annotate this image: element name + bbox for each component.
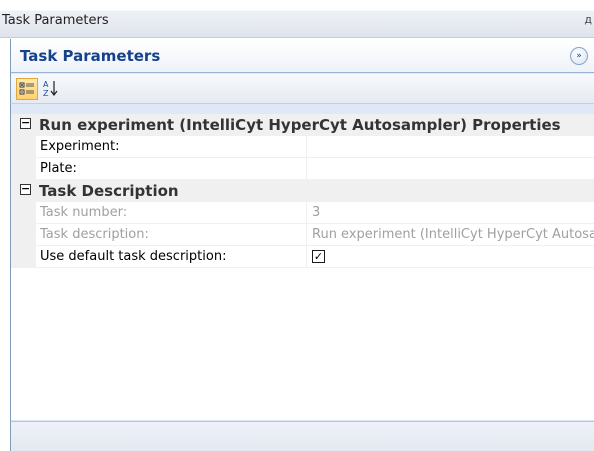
collapse-toggle-icon[interactable]: − — [20, 117, 31, 129]
property-row-task-description[interactable]: Task description: Run experiment (Intell… — [11, 224, 594, 246]
property-name[interactable]: Plate: — [36, 158, 307, 180]
row-gutter — [11, 224, 36, 246]
property-value-task-description[interactable]: Run experiment (IntelliCyt HyperCyt Auto… — [307, 224, 594, 246]
collapse-toggle-icon[interactable]: − — [20, 183, 31, 195]
window-title-bar: Task Parameters д — [0, 0, 594, 38]
property-value-experiment[interactable] — [307, 136, 594, 158]
row-gutter — [11, 246, 36, 268]
property-row-use-default-description[interactable]: Use default task description: ✓ — [11, 246, 594, 268]
pin-icon[interactable]: д — [584, 13, 592, 26]
category-label: Run experiment (IntelliCyt HyperCyt Auto… — [39, 116, 561, 134]
property-name[interactable]: Experiment: — [36, 136, 307, 158]
property-grid-toolbar: A Z — [10, 74, 594, 104]
category-row-run-experiment[interactable]: − Run experiment (IntelliCyt HyperCyt Au… — [11, 114, 594, 136]
property-value-use-default-description[interactable]: ✓ — [307, 246, 594, 268]
categorized-view-icon — [19, 82, 34, 95]
panel-title: Task Parameters — [20, 47, 161, 65]
use-default-description-checkbox[interactable]: ✓ — [312, 250, 325, 263]
sort-alphabetical-icon: A Z — [43, 80, 58, 98]
svg-text:A: A — [43, 80, 49, 89]
window-title: Task Parameters — [2, 13, 109, 28]
property-row-task-number[interactable]: Task number: 3 — [11, 202, 594, 224]
property-row-experiment[interactable]: Experiment: — [11, 136, 594, 158]
property-value-plate[interactable] — [307, 158, 594, 180]
panel-header: Task Parameters » — [10, 39, 594, 73]
property-row-plate[interactable]: Plate: — [11, 158, 594, 180]
categorized-view-button[interactable] — [16, 78, 38, 100]
description-help-pane — [10, 421, 594, 451]
svg-text:Z: Z — [43, 89, 49, 98]
property-name[interactable]: Task description: — [36, 224, 307, 246]
collapse-chevron-icon[interactable]: » — [570, 47, 588, 65]
row-gutter — [11, 202, 36, 224]
property-grid: − Run experiment (IntelliCyt HyperCyt Au… — [10, 114, 594, 420]
property-name[interactable]: Task number: — [36, 202, 307, 224]
category-label: Task Description — [39, 182, 179, 200]
category-row-task-description[interactable]: − Task Description — [11, 180, 594, 202]
property-name[interactable]: Use default task description: — [36, 246, 307, 268]
property-value-task-number[interactable]: 3 — [307, 202, 594, 224]
row-gutter — [11, 158, 36, 180]
row-gutter — [11, 136, 36, 158]
alphabetical-sort-button[interactable]: A Z — [41, 78, 63, 100]
